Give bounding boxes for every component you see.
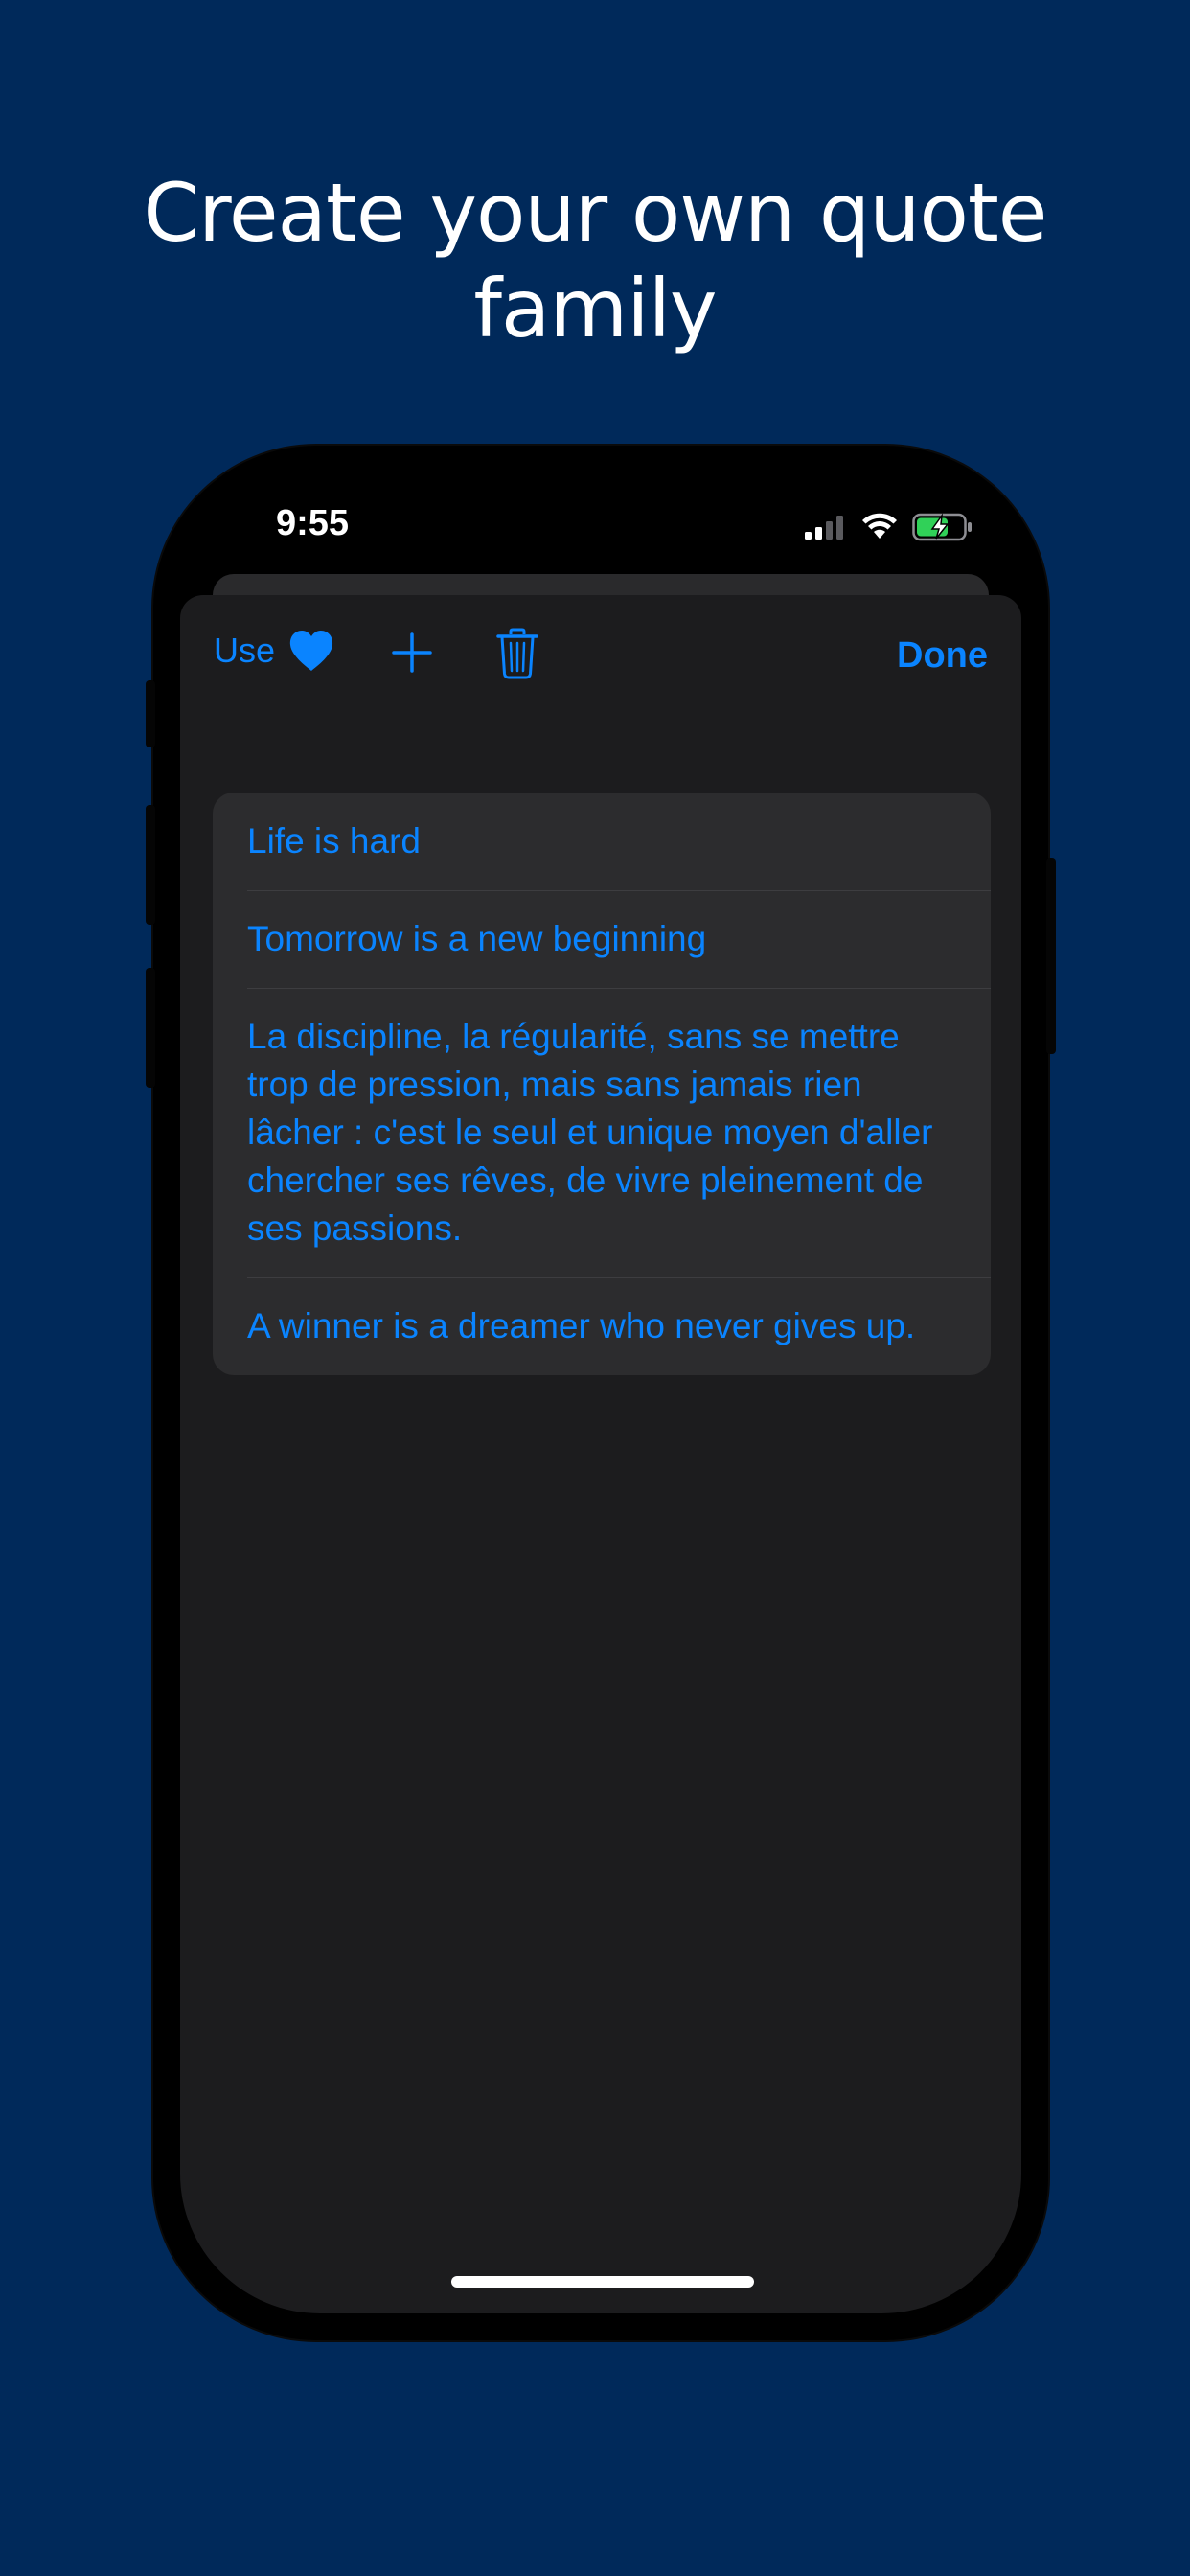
wifi-icon [862,513,897,539]
toolbar: Use Done [180,595,1021,720]
add-quote-button[interactable] [391,632,433,678]
plus-icon [392,632,432,673]
quote-item[interactable]: La discipline, la régularité, sans se me… [213,988,991,1277]
trash-icon [496,628,538,679]
page-headline: Create your own quote family [0,165,1190,356]
phone-screen: 9:55 Use Done Life is hard Tomorrow is a… [180,472,1021,2313]
quote-item[interactable]: A winner is a dreamer who never gives up… [213,1277,991,1375]
use-label: Use [214,631,276,670]
signal-icon [805,516,843,540]
status-icons [803,513,973,541]
headline-line-1: Create your own quote [143,166,1048,260]
phone-frame: 9:55 Use Done Life is hard Tomorrow is a… [146,446,1056,2340]
quote-item[interactable]: Tomorrow is a new beginning [213,890,991,988]
power-button [1046,858,1056,1054]
volume-up-button [146,805,155,925]
headline-line-2: family [473,262,717,356]
heart-icon [289,631,333,671]
use-favorite-button[interactable]: Use [214,630,334,672]
volume-down-button [146,968,155,1088]
done-button[interactable]: Done [897,635,988,677]
quote-item[interactable]: Life is hard [213,793,991,890]
edit-sheet: Use Done Life is hard Tomorrow is a new … [180,595,1021,2313]
mute-switch [146,680,155,748]
home-indicator[interactable] [451,2276,754,2288]
delete-quote-button[interactable] [496,628,538,684]
status-bar: 9:55 [180,472,1021,578]
quote-list: Life is hard Tomorrow is a new beginning… [213,793,991,1375]
status-time: 9:55 [276,503,350,543]
battery-charging-icon [912,513,972,541]
